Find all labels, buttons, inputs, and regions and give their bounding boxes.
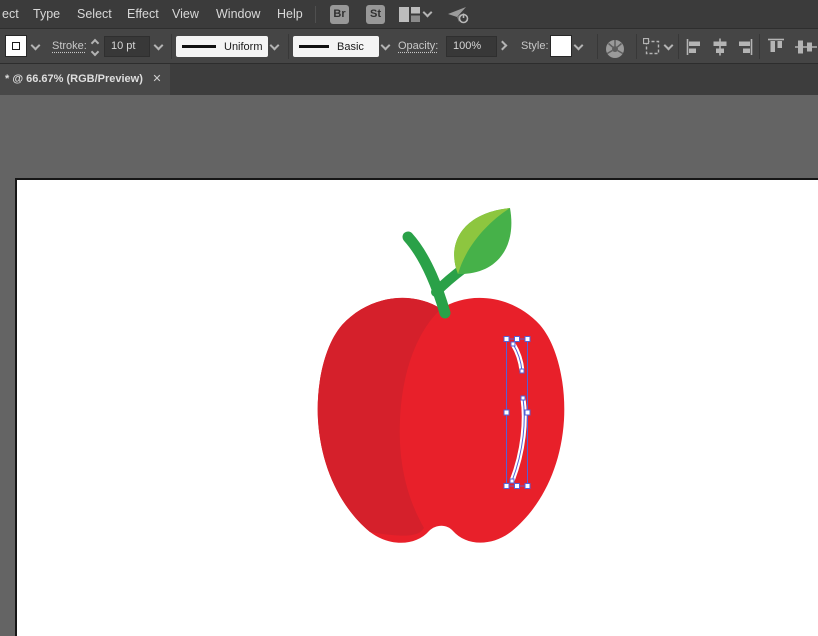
brush-name: Uniform [224,41,263,53]
selection-handle[interactable] [525,337,530,342]
stroke-weight-field[interactable]: 10 pt [104,36,150,57]
path-anchor[interactable] [521,396,525,400]
selection-handle[interactable] [525,484,530,489]
stroke-style-chevron-icon[interactable] [381,41,391,51]
apple-artwork [15,178,818,636]
stroke-style-widget[interactable]: Basic [293,36,379,57]
align-left-icon[interactable] [686,38,704,56]
menu-type[interactable]: Type [33,0,60,29]
opacity-expand-icon[interactable] [498,41,508,51]
brush-chevron-icon[interactable] [270,41,280,51]
stroke-style-preview-line [299,45,329,48]
control-separator [288,34,289,59]
menu-help[interactable]: Help [277,0,303,29]
workspace-switcher-icon[interactable] [399,7,420,23]
opacity-field[interactable]: 100% [446,36,497,57]
bridge-icon[interactable]: Br [330,5,349,24]
align-top-icon[interactable] [767,38,785,56]
selection-handle[interactable] [515,337,520,342]
opacity-label[interactable]: Opacity: [398,40,438,52]
control-separator [759,34,760,59]
path-anchor[interactable] [510,479,514,483]
stroke-weight-chevron-icon[interactable] [154,41,164,51]
menu-object-partial[interactable]: ect [2,0,19,29]
brush-preview-line [182,45,216,48]
workspace-chevron-icon[interactable] [423,8,433,18]
brush-definition-widget[interactable]: Uniform [176,36,268,57]
select-similar-chevron-icon[interactable] [664,41,674,51]
selection-handle[interactable] [515,484,520,489]
style-label[interactable]: Style: [521,40,549,52]
stroke-style-name: Basic [337,41,364,53]
fill-color-swatch[interactable] [5,35,27,57]
path-anchor[interactable] [511,342,515,346]
control-bar: Stroke: 10 pt Uniform Basic Opacity: 100… [0,29,818,64]
menu-window[interactable]: Window [216,0,260,29]
stock-icon[interactable]: St [366,5,385,24]
selection-handle[interactable] [525,410,530,415]
control-separator [636,34,637,59]
align-horizontal-center-icon[interactable] [711,38,729,56]
recolor-artwork-icon[interactable] [604,38,626,60]
fill-pattern-mark [12,42,20,50]
distribute-center-icon[interactable] [795,38,817,56]
graphic-style-swatch[interactable] [550,35,572,57]
control-separator [678,34,679,59]
canvas-area[interactable] [0,95,818,636]
menu-select[interactable]: Select [77,0,112,29]
control-separator [597,34,598,59]
selection-handle[interactable] [504,410,509,415]
menu-view[interactable]: View [172,0,199,29]
path-anchor[interactable] [520,369,524,373]
selection-handle[interactable] [504,484,509,489]
tab-close-icon[interactable]: ✕ [148,64,166,95]
document-tab-title: * @ 66.67% (RGB/Preview) [5,64,143,95]
menu-bar: ect Type Select Effect View Window Help … [0,0,818,29]
select-similar-icon[interactable] [643,38,661,56]
stroke-weight-stepper[interactable] [92,40,98,55]
document-tab[interactable]: * @ 66.67% (RGB/Preview) ✕ [0,64,170,95]
selection-handle[interactable] [504,337,509,342]
fill-chevron-icon[interactable] [31,41,41,51]
menubar-separator [315,6,316,23]
document-tab-bar: * @ 66.67% (RGB/Preview) ✕ [0,64,818,95]
control-separator [171,34,172,59]
stroke-label[interactable]: Stroke: [52,40,87,52]
align-right-icon[interactable] [735,38,753,56]
style-chevron-icon[interactable] [574,41,584,51]
share-power-icon[interactable] [447,4,470,25]
menu-effect[interactable]: Effect [127,0,159,29]
